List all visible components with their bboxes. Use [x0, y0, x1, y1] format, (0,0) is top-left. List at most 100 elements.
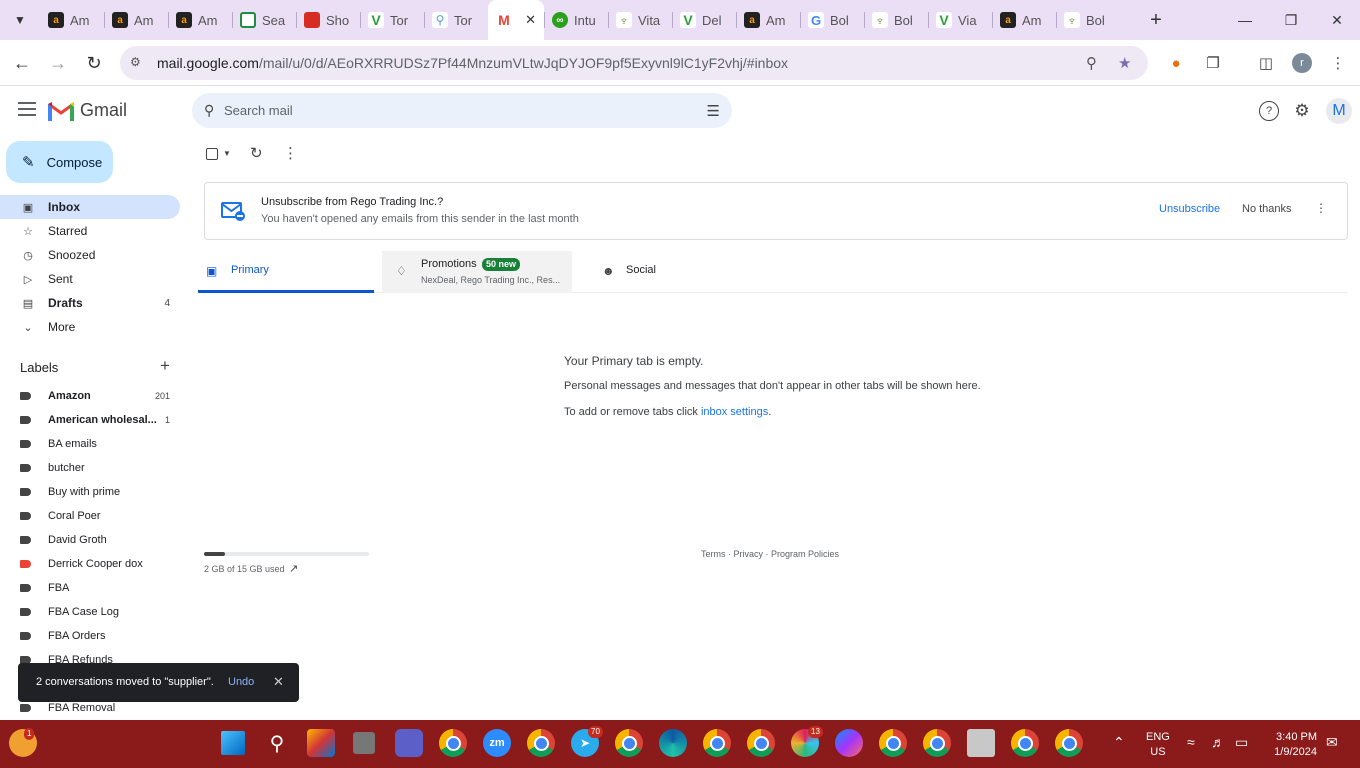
search-bar[interactable]: ⚲ ☰: [192, 93, 732, 128]
select-dropdown-icon[interactable]: ▼: [223, 149, 231, 158]
input-language[interactable]: ENG US: [1146, 730, 1170, 760]
tab-promotions[interactable]: ♢ Promotions 50 new NexDeal, Rego Tradin…: [382, 251, 572, 293]
clock[interactable]: 3:40 PM 1/9/2024: [1265, 730, 1317, 760]
browser-tab[interactable]: G Bol: [800, 0, 864, 40]
side-panel-icon[interactable]: ◫: [1255, 52, 1277, 74]
edge-app-icon[interactable]: [659, 729, 687, 757]
sidebar-item-snoozed[interactable]: ◷ Snoozed: [0, 243, 180, 267]
browser-tab[interactable]: ∞ Intu: [544, 0, 608, 40]
chrome-app-icon-5[interactable]: [747, 729, 775, 757]
search-options-icon[interactable]: ☰: [707, 102, 720, 120]
chrome-app-icon-3[interactable]: [615, 729, 643, 757]
browser-tab[interactable]: a Am: [40, 0, 104, 40]
bookmark-star-icon[interactable]: ★: [1118, 54, 1131, 72]
copilot-icon[interactable]: [307, 729, 335, 757]
back-arrow-icon[interactable]: ←: [10, 51, 34, 75]
browser-tab[interactable]: V Tor: [360, 0, 424, 40]
browser-tab[interactable]: a Am: [104, 0, 168, 40]
browser-tab[interactable]: a Am: [736, 0, 800, 40]
restore-icon[interactable]: ❐: [1279, 8, 1303, 32]
label-item[interactable]: FBA Case Log: [0, 600, 180, 624]
select-all-checkbox[interactable]: [206, 148, 218, 160]
snipping-tool-icon[interactable]: [967, 729, 995, 757]
browser-profile-avatar[interactable]: r: [1292, 53, 1312, 73]
browser-tab[interactable]: Sea: [232, 0, 296, 40]
sidebar-item-more[interactable]: ⌄ More: [0, 315, 180, 339]
chrome-app-icon-9[interactable]: [1055, 729, 1083, 757]
teams-video-icon[interactable]: [395, 729, 423, 757]
browser-tab[interactable]: V Del: [672, 0, 736, 40]
compose-button[interactable]: ✎ Compose: [6, 141, 113, 183]
browser-tab[interactable]: ♆ Vita: [608, 0, 672, 40]
volume-icon[interactable]: ♬: [1211, 734, 1225, 750]
sidebar-item-drafts[interactable]: ▤ Drafts 4: [0, 291, 180, 315]
more-actions-icon[interactable]: ⋮: [283, 144, 298, 162]
sidebar-item-sent[interactable]: ▷ Sent: [0, 267, 180, 291]
extensions-puzzle-icon[interactable]: ❐: [1202, 52, 1224, 74]
add-label-plus-icon[interactable]: +: [160, 356, 170, 376]
zoom-magnifier-icon[interactable]: ⚲: [1086, 54, 1097, 72]
chrome-app-icon-4[interactable]: [703, 729, 731, 757]
label-item[interactable]: American wholesal... 1: [0, 408, 180, 432]
inbox-settings-link[interactable]: inbox settings: [701, 406, 768, 418]
reload-icon[interactable]: ↻: [82, 51, 106, 75]
messenger-app-icon[interactable]: [835, 729, 863, 757]
footer-links[interactable]: Terms · Privacy · Program Policies: [701, 549, 839, 559]
window-close-icon[interactable]: ✕: [1325, 8, 1349, 32]
sidebar-item-starred[interactable]: ☆ Starred: [0, 219, 180, 243]
notifications-bell-icon[interactable]: ✉: [1326, 734, 1338, 751]
account-avatar[interactable]: M: [1326, 98, 1352, 124]
chrome-app-icon-1[interactable]: [439, 729, 467, 757]
forward-arrow-icon[interactable]: →: [46, 51, 70, 75]
label-item[interactable]: FBA Orders: [0, 624, 180, 648]
banner-more-icon[interactable]: ⋮: [1315, 201, 1327, 215]
open-storage-icon[interactable]: ↗: [289, 562, 298, 575]
tab-primary[interactable]: ▣ Primary: [198, 251, 374, 293]
tab-close-icon[interactable]: ✕: [525, 12, 536, 28]
refresh-icon[interactable]: ↻: [250, 144, 263, 162]
chrome-app-icon-8[interactable]: [1011, 729, 1039, 757]
zoom-app-icon[interactable]: zm: [483, 729, 511, 757]
taskbar-search-icon[interactable]: ⚲: [263, 729, 291, 757]
start-windows-icon[interactable]: [221, 731, 245, 755]
browser-tab[interactable]: M ✕: [488, 0, 544, 40]
label-item[interactable]: Amazon 201: [0, 384, 180, 408]
settings-gear-icon[interactable]: ⚙: [1292, 101, 1312, 121]
browser-tab[interactable]: ♆ Bol: [1056, 0, 1120, 40]
label-item[interactable]: Derrick Cooper dox: [0, 552, 180, 576]
tab-social[interactable]: ☻ Social: [580, 251, 760, 293]
help-icon[interactable]: ?: [1259, 101, 1279, 121]
tab-search-chevron-icon[interactable]: ▼: [8, 8, 32, 32]
label-item[interactable]: Buy with prime: [0, 480, 180, 504]
label-item[interactable]: butcher: [0, 456, 180, 480]
browser-tab[interactable]: Sho: [296, 0, 360, 40]
extension-firefox-icon[interactable]: ●: [1165, 52, 1187, 74]
snackbar-close-icon[interactable]: ✕: [273, 674, 284, 690]
label-item[interactable]: BA emails: [0, 432, 180, 456]
task-view-icon[interactable]: [353, 732, 375, 754]
no-thanks-button[interactable]: No thanks: [1242, 203, 1292, 215]
search-icon[interactable]: ⚲: [204, 102, 214, 119]
browser-tab[interactable]: ⚲ Tor: [424, 0, 488, 40]
chrome-app-icon-2[interactable]: [527, 729, 555, 757]
label-item[interactable]: David Groth: [0, 528, 180, 552]
unsubscribe-button[interactable]: Unsubscribe: [1159, 203, 1220, 215]
browser-tab[interactable]: a Am: [168, 0, 232, 40]
browser-tab[interactable]: V Via: [928, 0, 992, 40]
site-info-icon[interactable]: ⚙: [130, 55, 146, 71]
label-item[interactable]: Coral Poer: [0, 504, 180, 528]
browser-tab[interactable]: a Am: [992, 0, 1056, 40]
url-text[interactable]: mail.google.com/mail/u/0/d/AEoRXRRUDSz7P…: [157, 55, 788, 71]
battery-icon[interactable]: ▭: [1235, 734, 1248, 751]
minimize-icon[interactable]: —: [1233, 8, 1257, 32]
main-menu-icon[interactable]: [18, 102, 36, 116]
new-tab-plus-icon[interactable]: +: [1144, 8, 1168, 32]
address-bar[interactable]: ⚙ mail.google.com/mail/u/0/d/AEoRXRRUDSz…: [120, 46, 1148, 80]
sidebar-item-inbox[interactable]: ▣ Inbox: [0, 195, 180, 219]
chrome-app-icon-7-active[interactable]: [923, 729, 951, 757]
show-hidden-icons-chevron-icon[interactable]: ⌃: [1113, 734, 1125, 751]
undo-button[interactable]: Undo: [228, 676, 254, 688]
chrome-app-icon-6[interactable]: [879, 729, 907, 757]
search-input[interactable]: [224, 93, 684, 128]
gmail-logo[interactable]: Gmail: [48, 100, 127, 121]
